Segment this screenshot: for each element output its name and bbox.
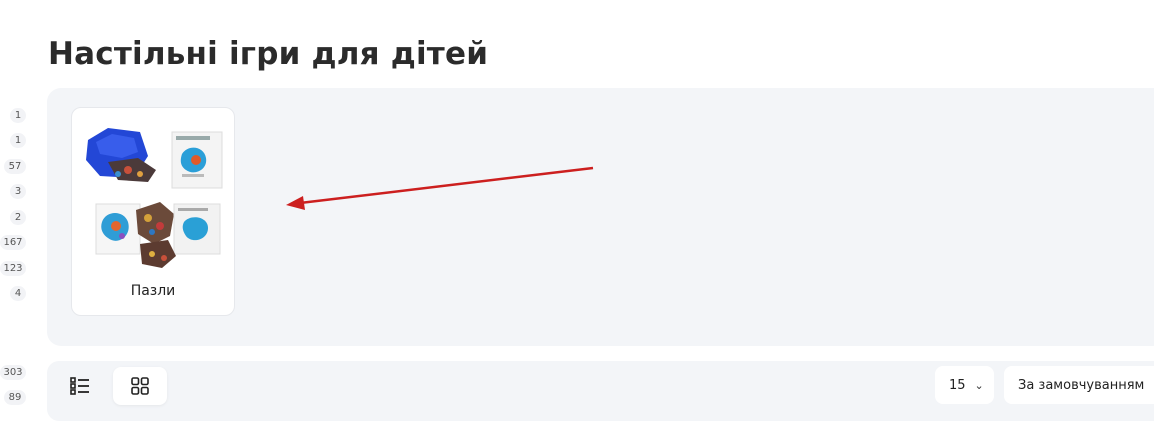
list-view-button[interactable]	[53, 367, 107, 405]
filter-count: 303	[0, 365, 26, 380]
filter-count: 3	[10, 184, 26, 199]
per-page-value: 15	[949, 377, 966, 393]
category-card-label: Пазли	[130, 283, 176, 299]
category-card-puzzles[interactable]: Пазли	[71, 107, 235, 316]
filter-count: 89	[4, 390, 26, 405]
puzzle-product-image	[86, 128, 223, 268]
filter-count: 1	[10, 108, 26, 123]
page-title: Настільні ігри для дітей	[48, 36, 489, 72]
filter-count: 123	[0, 261, 26, 276]
sort-select[interactable]: За замовчуванням ⌄	[1004, 366, 1154, 404]
filter-count: 2	[10, 210, 26, 225]
filter-count: 57	[4, 159, 26, 174]
list-view-icon	[70, 377, 89, 395]
filter-count: 4	[10, 286, 26, 301]
grid-view-icon	[131, 377, 149, 395]
grid-view-button[interactable]	[113, 367, 167, 405]
chevron-down-icon: ⌄	[974, 378, 984, 392]
filter-counts-column: 1 1 57 3 2 167 123 4 303 89	[0, 0, 30, 405]
filter-count: 1	[10, 133, 26, 148]
filter-count: 167	[0, 235, 26, 250]
sort-value: За замовчуванням	[1018, 377, 1145, 393]
per-page-select[interactable]: 15 ⌄	[935, 366, 994, 404]
